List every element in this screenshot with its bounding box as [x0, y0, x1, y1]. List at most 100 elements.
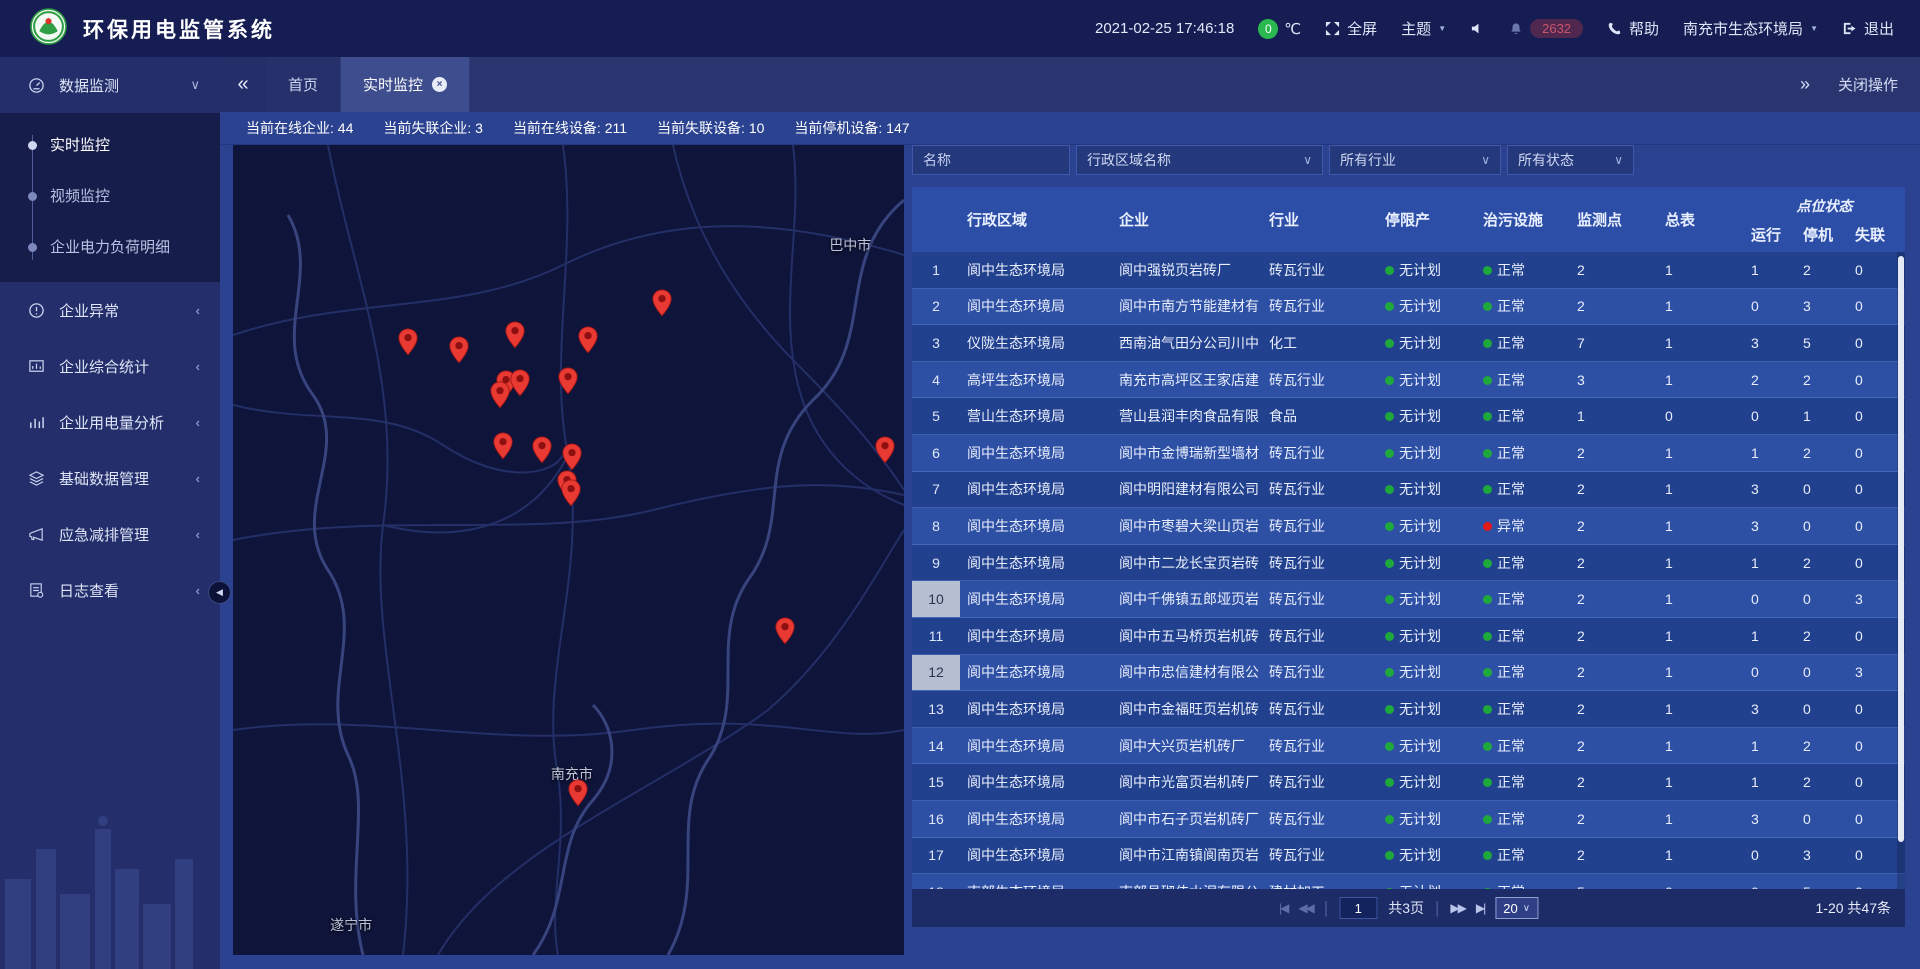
sidebar-item[interactable]: 企业电力负荷明细 [0, 221, 220, 272]
cell-run: 1 [1744, 262, 1796, 278]
sound-button[interactable] [1470, 21, 1485, 36]
scrollbar-thumb[interactable] [1898, 256, 1904, 842]
cell-industry: 砖瓦行业 [1262, 662, 1378, 682]
sidebar-group-3[interactable]: 企业综合统计‹ [0, 338, 220, 394]
tab-scroll-right-icon[interactable]: » [1800, 74, 1810, 95]
column-header: 行业 [1262, 187, 1378, 252]
map-pin-icon[interactable] [449, 336, 470, 364]
status-text: 无计划 [1399, 664, 1441, 680]
close-operations-button[interactable]: 关闭操作 [1838, 74, 1898, 95]
status-filter-select[interactable]: 所有状态 ∨ [1507, 145, 1634, 175]
tab-item[interactable]: 首页 [266, 57, 341, 112]
map-pin-icon[interactable] [510, 369, 531, 397]
map[interactable]: 巴中市南充市遂宁市 [233, 145, 904, 955]
map-pin-icon[interactable] [398, 328, 419, 356]
map-pin-icon[interactable] [561, 479, 582, 507]
sidebar-group-2[interactable]: 企业异常‹ [0, 282, 220, 338]
table-row[interactable]: 9阆中生态环境局阆中市二龙长宝页岩砖砖瓦行业无计划正常21120 [912, 545, 1905, 582]
cell-stop: 0 [1796, 701, 1848, 717]
pager-prev-icon[interactable]: ◀◀ [1298, 901, 1312, 915]
fullscreen-button[interactable]: 全屏 [1325, 18, 1377, 39]
map-pin-icon[interactable] [561, 443, 582, 471]
table-body: 1阆中生态环境局阆中强锐页岩砖厂砖瓦行业无计划正常211202阆中生态环境局阆中… [912, 252, 1905, 889]
cell-industry: 砖瓦行业 [1262, 845, 1378, 865]
map-pin-icon[interactable] [577, 326, 598, 354]
sidebar-group-4[interactable]: 企业用电量分析‹ [0, 394, 220, 450]
stat-item: 当前停机设备: 147 [794, 118, 909, 138]
stat-item: 当前在线设备: 211 [513, 118, 627, 138]
table-row[interactable]: 6阆中生态环境局阆中市金博瑞新型墙材砖瓦行业无计划正常21120 [912, 435, 1905, 472]
table-row[interactable]: 7阆中生态环境局阆中明阳建材有限公司砖瓦行业无计划正常21300 [912, 472, 1905, 509]
user-org-dropdown[interactable]: 南充市生态环境局 ▼ [1683, 18, 1818, 39]
pager-first-icon[interactable]: |◀ [1279, 901, 1287, 915]
table-row[interactable]: 14阆中生态环境局阆中大兴页岩机砖厂砖瓦行业无计划正常21120 [912, 728, 1905, 765]
page-number-input[interactable] [1339, 897, 1377, 919]
map-pin-icon[interactable] [775, 617, 796, 645]
cell-district: 阆中生态环境局 [960, 553, 1112, 573]
table-row[interactable]: 8阆中生态环境局阆中市枣碧大梁山页岩砖瓦行业无计划异常21300 [912, 508, 1905, 545]
cell-limit-status: 无计划 [1378, 370, 1476, 390]
tab-label: 首页 [288, 74, 318, 95]
table-row[interactable]: 10阆中生态环境局阆中千佛镇五郎垭页岩砖瓦行业无计划正常21003 [912, 581, 1905, 618]
table-row[interactable]: 4高坪生态环境局南充市高坪区王家店建砖瓦行业无计划正常31220 [912, 362, 1905, 399]
cell-facility-status: 正常 [1476, 662, 1570, 682]
sidebar-group-7[interactable]: 日志查看‹ [0, 562, 220, 618]
table-row[interactable]: 12阆中生态环境局阆中市忠信建材有限公砖瓦行业无计划正常21003 [912, 655, 1905, 692]
notification-badge[interactable]: 2632 [1530, 19, 1583, 38]
help-button[interactable]: 帮助 [1607, 18, 1659, 39]
logout-button[interactable]: 退出 [1842, 18, 1894, 39]
table-row[interactable]: 1阆中生态环境局阆中强锐页岩砖厂砖瓦行业无计划正常21120 [912, 252, 1905, 289]
industry-filter-select[interactable]: 所有行业 ∨ [1329, 145, 1501, 175]
tab-close-icon[interactable]: × [432, 77, 447, 92]
table-row[interactable]: 2阆中生态环境局阆中市南方节能建材有砖瓦行业无计划正常21030 [912, 289, 1905, 326]
chart-icon [28, 414, 45, 431]
page-size-select[interactable]: 20 ∨ [1495, 897, 1538, 919]
table-scrollbar[interactable] [1897, 252, 1905, 889]
column-header: 企业 [1112, 187, 1262, 252]
status-text: 无计划 [1399, 811, 1441, 827]
table-row[interactable]: 16阆中生态环境局阆中市石子页岩机砖厂砖瓦行业无计划正常21300 [912, 801, 1905, 838]
tab-scroll-left-icon[interactable]: « [220, 57, 266, 112]
sidebar-group-1[interactable]: 数据监测∨ [0, 57, 220, 113]
sidebar-collapse-button[interactable]: ◀ [208, 581, 231, 604]
sidebar-group-5[interactable]: 基础数据管理‹ [0, 450, 220, 506]
table-row[interactable]: 18南部生态环境局南部县砌伟水泥有限公建材加工无计划正常50050 [912, 874, 1905, 889]
map-pin-icon[interactable] [557, 367, 578, 395]
name-filter-input[interactable] [912, 145, 1070, 175]
cell-run: 0 [1744, 408, 1796, 424]
region-filter-select[interactable]: 行政区域名称 ∨ [1076, 145, 1323, 175]
pager-last-icon[interactable]: ▶| [1476, 901, 1484, 915]
cell-run: 1 [1744, 738, 1796, 754]
table-row[interactable]: 11阆中生态环境局阆中市五马桥页岩机砖砖瓦行业无计划正常21120 [912, 618, 1905, 655]
sidebar-item[interactable]: 实时监控 [0, 119, 220, 170]
temperature-unit: ℃ [1284, 20, 1301, 38]
map-pin-icon[interactable] [490, 381, 511, 409]
theme-dropdown[interactable]: 主题 ▼ [1401, 18, 1446, 39]
status-text: 无计划 [1399, 408, 1441, 424]
cell-district: 阆中生态环境局 [960, 479, 1112, 499]
notification-area[interactable]: 2632 [1509, 19, 1583, 38]
table-row[interactable]: 3仪陇生态环境局西南油气田分公司川中化工无计划正常71350 [912, 325, 1905, 362]
map-pin-icon[interactable] [504, 321, 525, 349]
map-pin-icon[interactable] [532, 436, 553, 464]
table-row[interactable]: 17阆中生态环境局阆中市江南镇阆南页岩砖瓦行业无计划正常21030 [912, 838, 1905, 875]
table-row[interactable]: 13阆中生态环境局阆中市金福旺页岩机砖砖瓦行业无计划正常21300 [912, 691, 1905, 728]
map-pin-icon[interactable] [651, 289, 672, 317]
cell-limit-status: 无计划 [1378, 882, 1476, 889]
sidebar-item[interactable]: 视频监控 [0, 170, 220, 221]
column-subheader: 失联 [1848, 217, 1905, 252]
cell-district: 阆中生态环境局 [960, 845, 1112, 865]
table-row[interactable]: 5营山生态环境局营山县润丰肉食品有限食品无计划正常10010 [912, 398, 1905, 435]
tab-active[interactable]: 实时监控× [341, 57, 470, 112]
cell-stop: 5 [1796, 335, 1848, 351]
cell-company: 阆中市石子页岩机砖厂 [1112, 809, 1262, 829]
map-pin-icon[interactable] [875, 436, 896, 464]
sidebar-submenu: 实时监控视频监控企业电力负荷明细 [0, 113, 220, 282]
sidebar-group-6[interactable]: 应急减排管理‹ [0, 506, 220, 562]
map-pin-icon[interactable] [492, 432, 513, 460]
map-pin-icon[interactable] [567, 779, 588, 807]
pager-next-icon[interactable]: ▶▶ [1450, 901, 1464, 915]
column-subheader: 停机 [1796, 217, 1848, 252]
table-row[interactable]: 15阆中生态环境局阆中市光富页岩机砖厂砖瓦行业无计划正常21120 [912, 764, 1905, 801]
cell-industry: 砖瓦行业 [1262, 699, 1378, 719]
